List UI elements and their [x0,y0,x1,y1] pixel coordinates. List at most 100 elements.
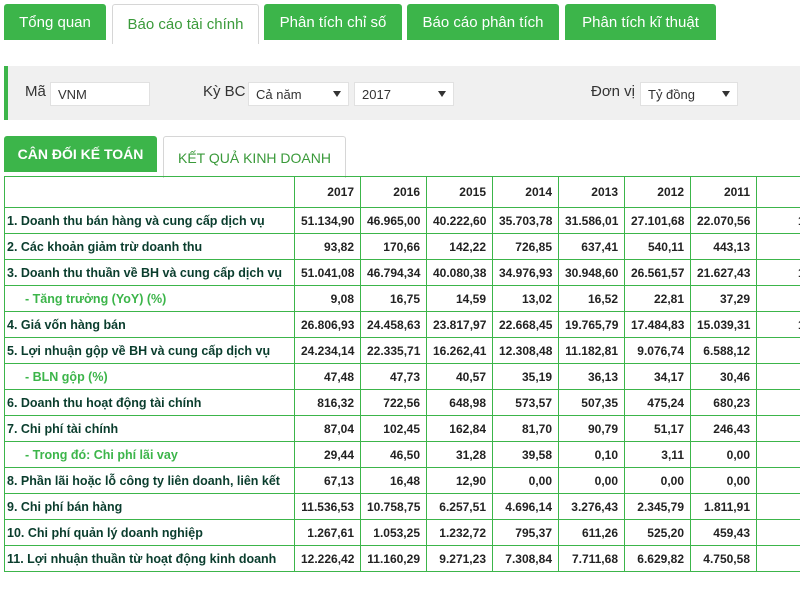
year-header: 2016 [360,176,427,208]
value-cell: 7.308,84 [492,545,559,572]
value-cell: 16,52 [558,285,625,312]
value-cell: 10.758,75 [360,493,427,520]
chevron-down-icon [722,91,730,97]
value-cell: 162,84 [426,415,493,442]
table-header-row: 2017 2016 2015 2014 2013 2012 2011 [4,176,800,208]
value-cell: 23.817,97 [426,311,493,338]
value-cell: 87,04 [294,415,361,442]
value-cell: 40.080,38 [426,259,493,286]
chevron-down-icon [333,91,341,97]
table-row: 5. Lợi nhuận gộp về BH và cung cấp dịch … [4,337,800,364]
value-cell: 475,24 [624,389,691,416]
value-cell: 24.234,14 [294,337,361,364]
year-header: 2015 [426,176,493,208]
row-label: - BLN gộp (%) [4,363,295,390]
row-label: 9. Chi phí bán hàng [4,493,295,520]
value-cell: 46,50 [360,441,427,468]
value-cell: 38 [756,519,800,546]
row-label: 3. Doanh thu thuần về BH và cung cấp dịc… [4,259,295,286]
value-cell: 29,44 [294,441,361,468]
value-cell: 525,20 [624,519,691,546]
value-cell: 12.308,48 [492,337,559,364]
tab-can-doi-ke-toan[interactable]: CÂN ĐỐI KẾ TOÁN [4,136,157,172]
tab-bao-cao-phan-tich[interactable]: Báo cáo phân tích [407,4,559,40]
year-header [756,176,800,208]
row-label: - Trong đó: Chi phí lãi vay [4,441,295,468]
value-cell: 24.458,63 [360,311,427,338]
value-cell: 1.43 [756,493,800,520]
value-cell: 51.041,08 [294,259,361,286]
value-cell: 0,00 [558,467,625,494]
table-row: - Trong đó: Chi phí lãi vay 29,44 46,50 31,… [4,441,800,468]
value-cell: 22.335,71 [360,337,427,364]
tab-tong-quan[interactable]: Tổng quan [4,4,106,40]
value-cell: 0,00 [624,467,691,494]
value-cell: 44 [756,389,800,416]
value-cell: 15.039,31 [690,311,757,338]
table-row: 8. Phần lãi hoặc lỗ công ty liên doanh, … [4,467,800,494]
value-cell: 9.271,23 [426,545,493,572]
value-cell: 30.948,60 [558,259,625,286]
value-cell: 6.588,12 [690,337,757,364]
table-row: - BLN gộp (%) 47,48 47,73 40,57 35,19 36,13 34… [4,363,800,390]
value-cell: 46.965,00 [360,207,427,234]
value-cell: 13,02 [492,285,559,312]
value-cell: 680,23 [690,389,757,416]
value-cell: 32 [756,233,800,260]
row-label: 2. Các khoản giảm trừ doanh thu [4,233,295,260]
header-label-cell [4,176,295,208]
row-label: 11. Lợi nhuận thuần từ hoạt động kinh do… [4,545,295,572]
value-cell: 34,17 [624,363,691,390]
value-cell: 22.070,56 [690,207,757,234]
value-cell: 142,22 [426,233,493,260]
value-cell: 16,48 [360,467,427,494]
table-row: 6. Doanh thu hoạt động tài chính 816,32 72… [4,389,800,416]
value-cell: 12.226,42 [294,545,361,572]
year-header: 2011 [690,176,757,208]
value-cell: 10.57 [756,311,800,338]
value-cell: 90,79 [558,415,625,442]
value-cell: 9.076,74 [624,337,691,364]
value-cell: 1.267,61 [294,519,361,546]
value-cell: 637,41 [558,233,625,260]
value-cell: 93,82 [294,233,361,260]
value-cell: 0,00 [492,467,559,494]
value-cell: 51,17 [624,415,691,442]
value-cell: 9,08 [294,285,361,312]
table-row: - Tăng trưởng (YoY) (%) 9,08 16,75 14,59 13,… [4,285,800,312]
value-cell: 573,57 [492,389,559,416]
value-cell: 11.182,81 [558,337,625,364]
value-cell: 0,10 [558,441,625,468]
value-cell: 31.586,01 [558,207,625,234]
stock-code-input[interactable]: VNM [50,82,150,106]
table-row: 2. Các khoản giảm trừ doanh thu 93,82 170,… [4,233,800,260]
row-label: 4. Giá vốn hàng bán [4,311,295,338]
value-cell: 1.053,25 [360,519,427,546]
value-cell: 611,26 [558,519,625,546]
value-cell: 40,57 [426,363,493,390]
value-cell: 19.765,79 [558,311,625,338]
ma-label: Mã [25,83,46,100]
tab-bao-cao-tai-chinh[interactable]: Báo cáo tài chính [112,4,259,44]
value-cell: 0,00 [690,441,757,468]
value-cell: 11.536,53 [294,493,361,520]
value-cell: 36,13 [558,363,625,390]
tab-phan-tich-ki-thuat[interactable]: Phân tích kĩ thuật [565,4,716,40]
unit-select[interactable]: Tỷ đồng [640,82,738,106]
period-select[interactable]: Cả năm [248,82,349,106]
value-cell: 459,43 [690,519,757,546]
ky-bc-label: Kỳ BC [203,83,246,100]
value-cell: 648,98 [426,389,493,416]
value-cell: 5.17 [756,337,800,364]
year-select[interactable]: 2017 [354,82,454,106]
value-cell: 34.976,93 [492,259,559,286]
row-label: 1. Doanh thu bán hàng và cung cấp dịch v… [4,207,295,234]
don-vi-label: Đơn vị [591,83,636,100]
tab-ket-qua-kinh-doanh[interactable]: KẾT QUẢ KINH DOANH [163,136,346,178]
tab-phan-tich-chi-so[interactable]: Phân tích chỉ số [264,4,402,40]
value-cell: 726,85 [492,233,559,260]
value-cell: 47,48 [294,363,361,390]
value-cell: 795,37 [492,519,559,546]
table-row: 11. Lợi nhuận thuần từ hoạt động kinh do… [4,545,800,572]
period-select-value: Cả năm [256,86,302,102]
